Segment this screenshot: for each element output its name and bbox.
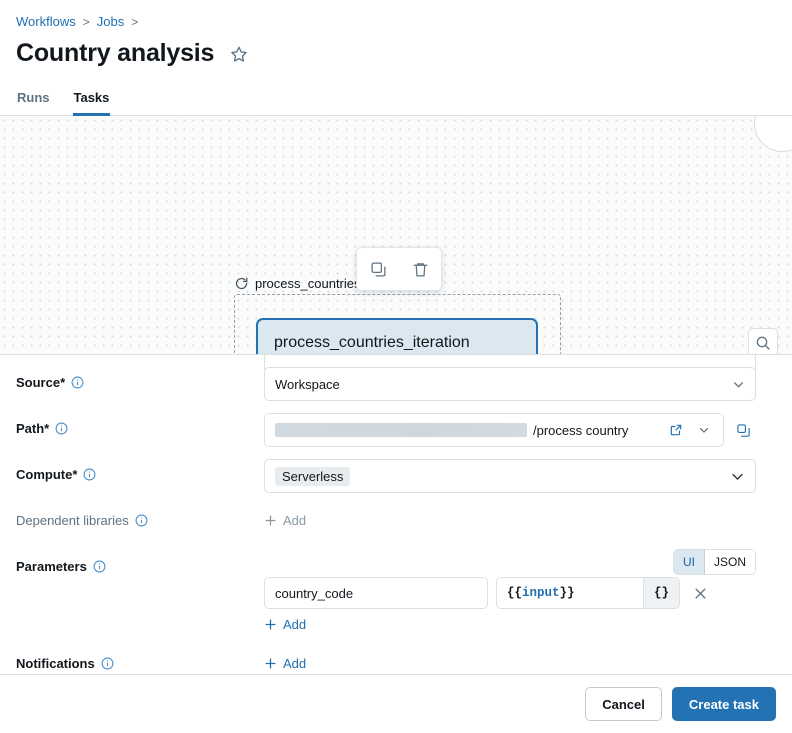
compute-label: Compute* <box>16 459 264 482</box>
task-graph-canvas[interactable]: process_countries process_countries_iter… <box>0 116 792 355</box>
parameter-key-input[interactable]: country_code <box>264 577 488 609</box>
parameter-braces-button[interactable]: {} <box>643 578 679 608</box>
add-dependent-library-label: Add <box>283 513 306 528</box>
page-header: Workflows > Jobs > Country analysis <box>0 0 792 81</box>
parameters-label: Parameters <box>16 551 264 574</box>
tab-bar: Runs Tasks <box>0 81 792 116</box>
breadcrumb-item-jobs[interactable]: Jobs <box>97 14 124 30</box>
form-footer: Cancel Create task <box>0 674 792 733</box>
source-control: Workspace <box>264 367 776 401</box>
plus-icon <box>264 657 277 670</box>
page-title: Country analysis <box>16 39 214 68</box>
form-row-parameters: Parameters UI JSON country_code {{input}… <box>16 551 776 636</box>
path-value-redacted <box>275 423 527 437</box>
star-outline-icon[interactable] <box>228 43 250 65</box>
breadcrumb-separator-icon-2: > <box>131 14 138 30</box>
task-form: Source* Workspace Path* /process country <box>0 355 792 674</box>
dependent-libraries-control: Add <box>264 505 776 532</box>
dependent-libraries-label: Dependent libraries <box>16 505 264 528</box>
info-icon <box>71 376 84 389</box>
close-icon[interactable] <box>688 581 712 605</box>
external-link-icon[interactable] <box>665 419 687 441</box>
add-dependent-library-button[interactable]: Add <box>264 505 306 528</box>
parameter-value-suffix: }} <box>560 586 575 600</box>
compute-label-text: Compute* <box>16 467 77 482</box>
copy-icon[interactable] <box>364 255 392 283</box>
source-select[interactable]: Workspace <box>264 367 756 401</box>
tab-runs[interactable]: Runs <box>16 81 51 116</box>
info-icon <box>55 422 68 435</box>
breadcrumb: Workflows > Jobs > <box>16 14 776 30</box>
chevron-down-icon[interactable] <box>693 419 715 441</box>
task-node-process-countries-iteration[interactable]: process_countries_iteration /process cou… <box>256 318 538 355</box>
loop-arrow-icon <box>234 276 249 291</box>
copy-path-icon[interactable] <box>732 419 754 441</box>
info-icon <box>101 657 114 670</box>
info-icon <box>135 514 148 527</box>
search-icon[interactable] <box>748 328 778 355</box>
chevron-down-icon <box>730 469 745 484</box>
title-row: Country analysis <box>16 39 776 81</box>
add-parameter-label: Add <box>283 617 306 632</box>
parameters-toggle-ui[interactable]: UI <box>674 550 705 574</box>
notifications-label-text: Notifications <box>16 656 95 671</box>
plus-icon <box>264 618 277 631</box>
notifications-label: Notifications <box>16 648 264 671</box>
compute-select[interactable]: Serverless <box>264 459 756 493</box>
parameters-view-toggle: UI JSON <box>673 549 756 575</box>
iteration-group-label-text: process_countries <box>255 276 361 291</box>
parameters-label-text: Parameters <box>16 559 87 574</box>
form-row-source: Source* Workspace <box>16 367 776 401</box>
path-label: Path* <box>16 413 264 436</box>
source-select-value: Workspace <box>275 377 340 392</box>
parameter-value-input[interactable]: {{input}} <box>497 578 643 608</box>
compute-select-value: Serverless <box>275 467 350 486</box>
form-row-dependent-libraries: Dependent libraries Add <box>16 505 776 539</box>
trash-icon[interactable] <box>406 255 434 283</box>
source-label: Source* <box>16 367 264 390</box>
parameter-row: country_code {{input}} {} <box>264 577 776 609</box>
notifications-control: Add <box>264 648 776 674</box>
canvas-controls <box>748 328 778 355</box>
info-icon <box>93 560 106 573</box>
parameters-control: UI JSON country_code {{input}} {} Add <box>264 551 776 636</box>
path-input[interactable]: /process country <box>264 413 724 447</box>
info-icon <box>83 468 96 481</box>
parameter-value-token: input <box>522 586 560 600</box>
parameters-toggle-json[interactable]: JSON <box>705 550 755 574</box>
plus-icon <box>264 514 277 527</box>
task-node-title: process_countries_iteration <box>274 333 520 353</box>
cancel-button[interactable]: Cancel <box>585 687 662 721</box>
parameter-value-field: {{input}} {} <box>496 577 680 609</box>
source-label-text: Source* <box>16 375 65 390</box>
form-row-notifications: Notifications Add <box>16 648 776 674</box>
form-row-path: Path* /process country <box>16 413 776 447</box>
path-label-text: Path* <box>16 421 49 436</box>
form-row-compute: Compute* Serverless <box>16 459 776 493</box>
add-notification-label: Add <box>283 656 306 671</box>
breadcrumb-item-workflows[interactable]: Workflows <box>16 14 76 30</box>
create-task-button[interactable]: Create task <box>672 687 776 721</box>
task-editor-page: Workflows > Jobs > Country analysis Runs… <box>0 0 792 733</box>
add-parameter-button[interactable]: Add <box>264 609 306 632</box>
tab-tasks[interactable]: Tasks <box>73 81 111 116</box>
node-floating-toolbar <box>356 247 442 291</box>
parameter-value-prefix: {{ <box>507 586 522 600</box>
canvas-corner-badge <box>754 116 792 152</box>
dependent-libraries-label-text: Dependent libraries <box>16 513 129 528</box>
compute-control: Serverless <box>264 459 776 493</box>
add-notification-button[interactable]: Add <box>264 648 306 671</box>
breadcrumb-separator-icon: > <box>83 14 90 30</box>
path-value-suffix: /process country <box>533 423 659 438</box>
path-control: /process country <box>264 413 776 447</box>
iteration-group-label: process_countries <box>234 276 361 291</box>
chevron-down-icon <box>732 378 745 391</box>
